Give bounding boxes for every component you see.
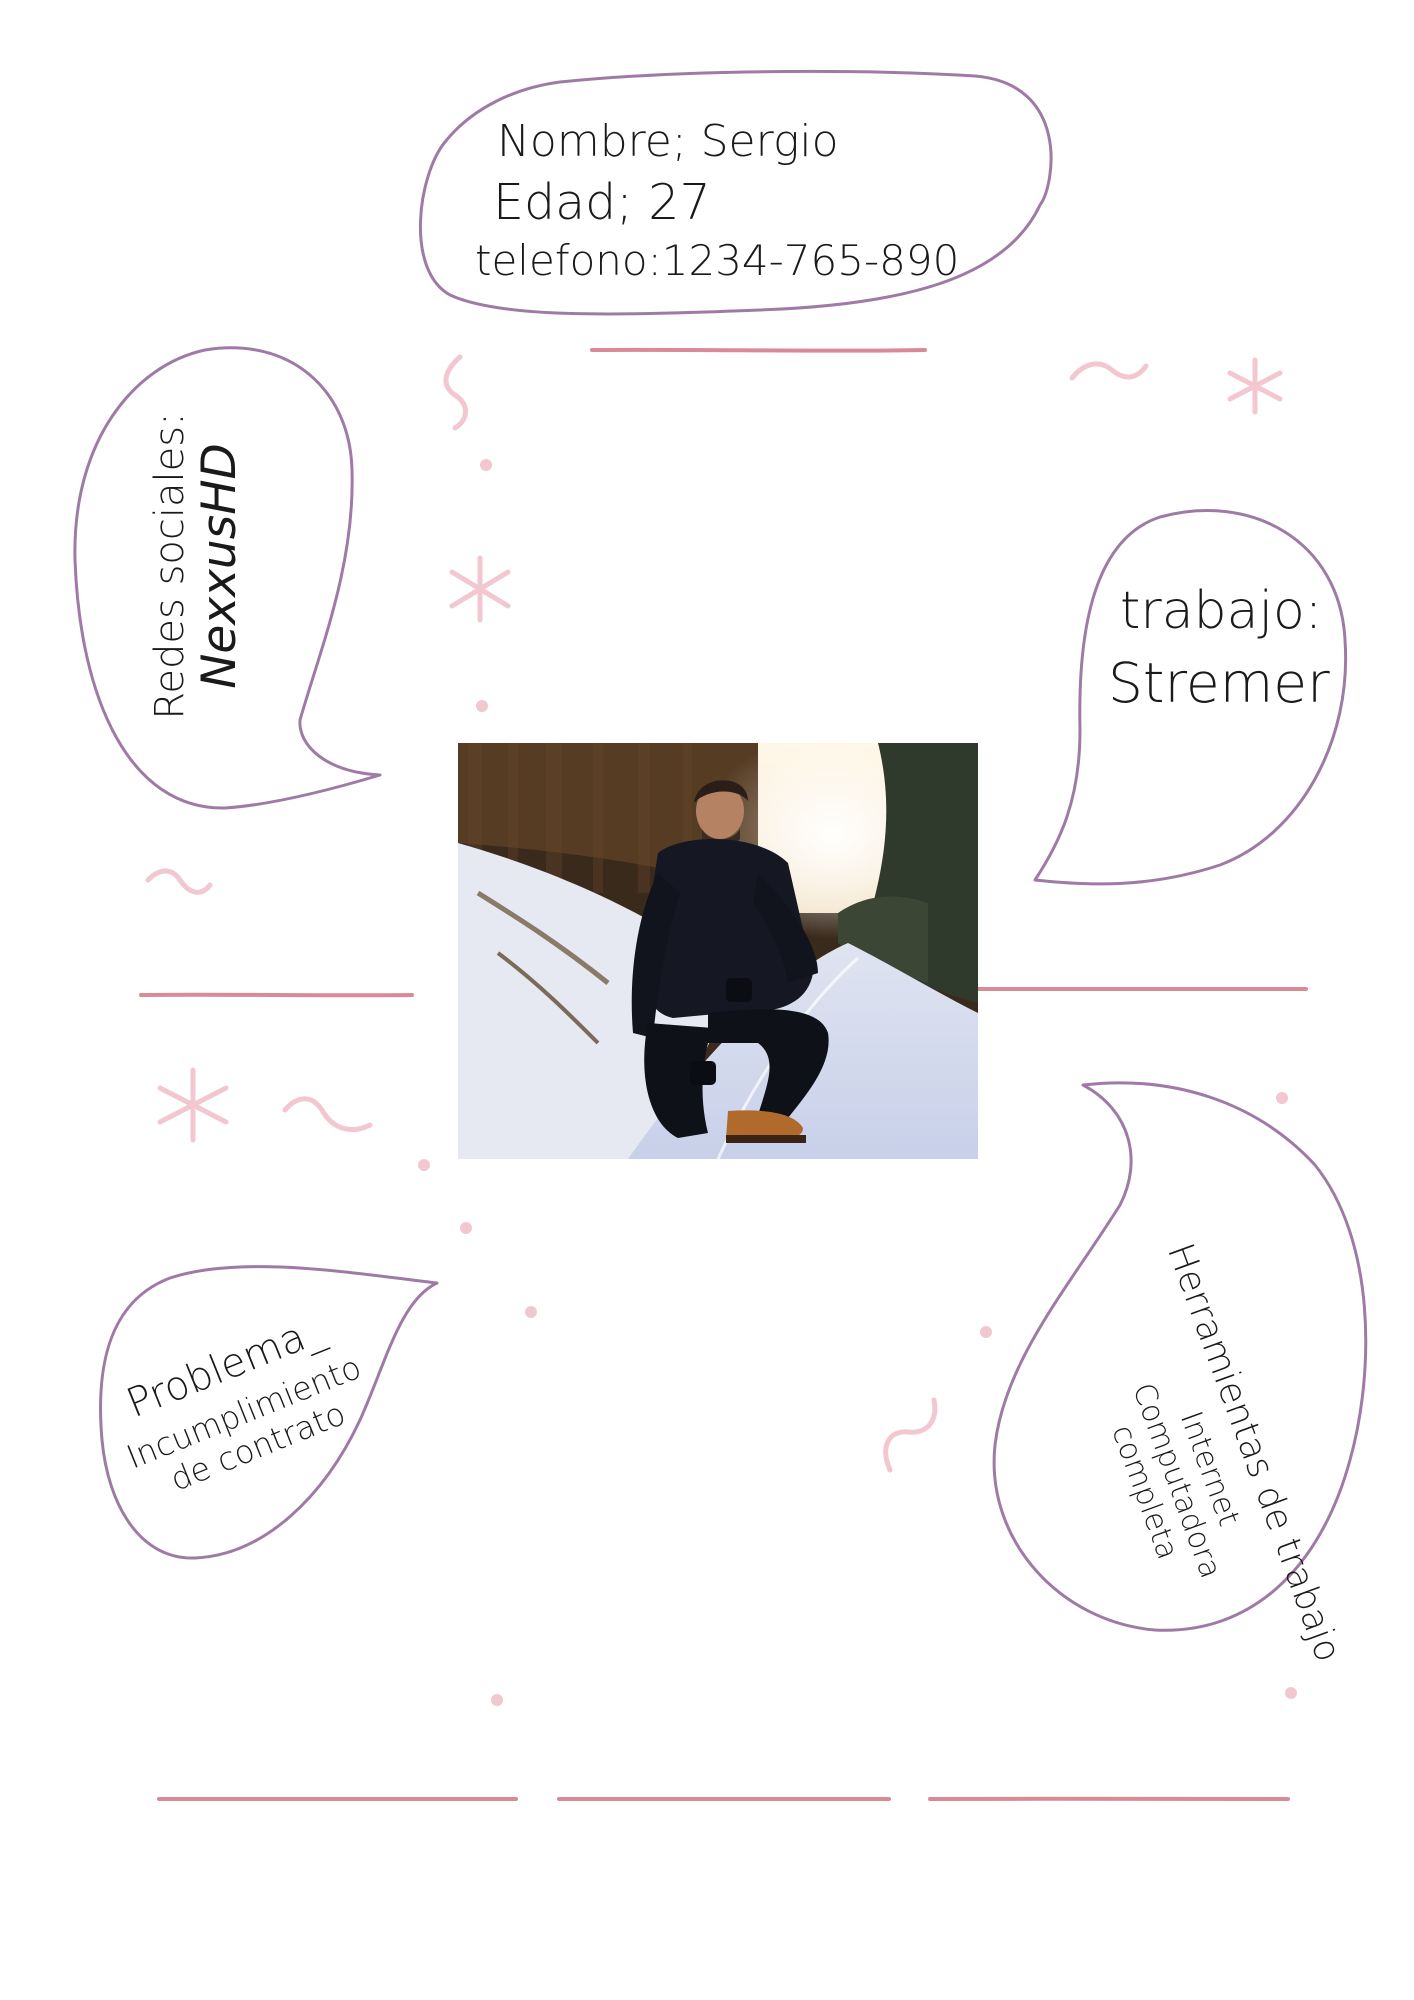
underline-top [590,347,927,353]
underline-right [976,986,1308,992]
tilde-doodle [282,1096,373,1132]
tilde-doodle [883,1397,938,1473]
underline-bottom-2 [557,1796,891,1802]
dot-doodle [1276,1092,1288,1104]
dot-doodle [480,459,492,471]
age-line: Edad; 27 [493,174,711,231]
asterisk-doodle [1227,357,1283,415]
asterisk-doodle [449,555,511,623]
profile-photo [458,743,978,1159]
social-block: Redes sociales: NexxusHD [147,396,257,736]
social-label: Redes sociales: [147,412,193,720]
dot-doodle [525,1306,537,1318]
phone-line: telefono:1234-765-890 [475,236,960,285]
underline-bottom-3 [928,1796,1290,1802]
dot-doodle [476,700,488,712]
tilde-doodle [1069,361,1149,381]
name-line: Nombre; Sergio [497,116,839,167]
tilde-doodle [443,354,468,431]
job-label: trabajo: [1120,581,1323,641]
tilde-doodle [145,868,213,895]
social-value: NexxusHD [192,443,247,689]
underline-left [139,992,414,998]
dot-doodle [491,1694,503,1706]
job-value: Stremer [1108,651,1330,715]
character-profile-page: { "profile": { "name_line": "Nombre; Ser… [0,0,1414,2000]
dot-doodle [418,1159,430,1171]
dot-doodle [460,1222,472,1234]
underline-bottom-1 [157,1796,518,1802]
asterisk-doodle [157,1067,229,1143]
